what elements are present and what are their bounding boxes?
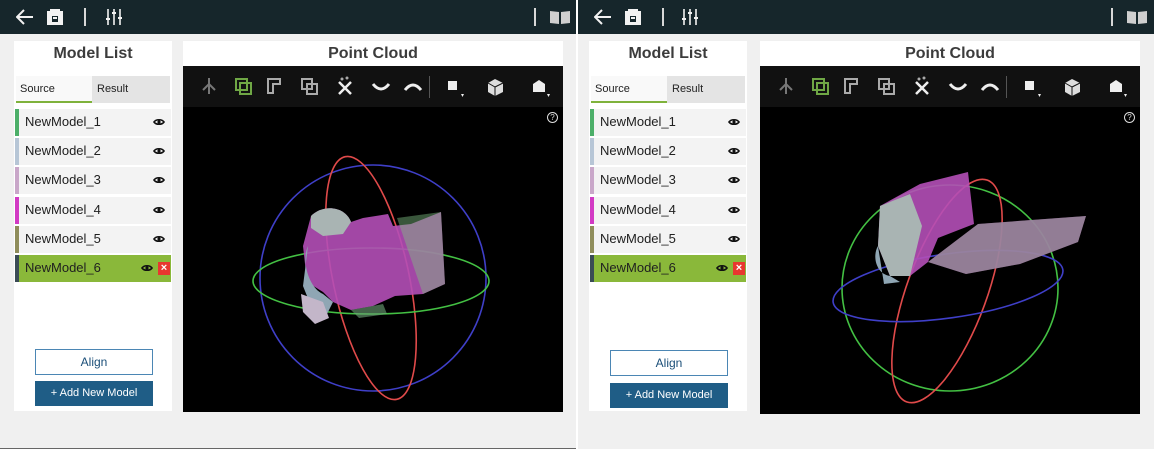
- point-cloud-viewport[interactable]: ?: [183, 66, 563, 412]
- eye-icon[interactable]: [716, 261, 728, 273]
- model-list-panel: Model List Source Result NewModel_1 NewMo…: [589, 41, 747, 411]
- eye-icon[interactable]: [153, 232, 165, 244]
- model-item-label: NewModel_1: [600, 114, 676, 129]
- toolbar-divider: [662, 8, 664, 26]
- book-icon[interactable]: [1124, 0, 1150, 34]
- model-list-panel: Model List Source Result NewModel_1 NewMo…: [14, 41, 172, 411]
- model-list-tabs: Source Result: [591, 76, 745, 103]
- add-new-model-button[interactable]: + Add New Model: [35, 381, 153, 406]
- tab-source[interactable]: Source: [16, 76, 92, 103]
- model-item-label: NewModel_3: [600, 172, 676, 188]
- align-button[interactable]: Align: [35, 349, 153, 375]
- eye-icon[interactable]: [728, 173, 740, 185]
- point-cloud-render: [832, 172, 1086, 404]
- settings-sliders-icon[interactable]: [102, 0, 126, 34]
- model-item[interactable]: NewModel_2: [590, 138, 746, 166]
- eye-icon[interactable]: [153, 144, 165, 156]
- delete-model-icon[interactable]: ×: [733, 262, 745, 275]
- book-icon[interactable]: [547, 0, 573, 34]
- eye-icon[interactable]: [728, 232, 740, 244]
- model-list-tabs: Source Result: [16, 76, 170, 103]
- top-toolbar: [0, 0, 576, 34]
- tab-source[interactable]: Source: [591, 76, 667, 103]
- settings-sliders-icon[interactable]: [678, 0, 702, 34]
- tab-result[interactable]: Result: [668, 76, 744, 103]
- model-item[interactable]: NewModel_3: [15, 167, 171, 195]
- delete-model-icon[interactable]: ×: [158, 262, 170, 275]
- model-item-label: NewModel_1: [25, 114, 101, 129]
- model-item[interactable]: NewModel_6 ×: [15, 255, 171, 282]
- top-toolbar: [578, 0, 1154, 34]
- model-item-label: NewModel_4: [25, 201, 101, 217]
- model-item[interactable]: NewModel_3: [590, 167, 746, 195]
- tab-result[interactable]: Result: [93, 76, 169, 103]
- point-cloud-object: [301, 208, 445, 324]
- model-item[interactable]: NewModel_6 ×: [590, 255, 746, 282]
- toolbar-divider: [84, 8, 86, 26]
- back-arrow-icon[interactable]: [14, 0, 36, 34]
- model-list-title: Model List: [53, 45, 133, 62]
- model-item[interactable]: NewModel_1: [590, 109, 746, 136]
- screen-right: Model List Source Result NewModel_1 NewMo…: [578, 0, 1154, 449]
- model-item-label: NewModel_3: [25, 172, 101, 188]
- model-list-title: Model List: [628, 45, 708, 62]
- model-item[interactable]: NewModel_5: [590, 225, 746, 253]
- eye-icon[interactable]: [728, 144, 740, 156]
- model-item[interactable]: NewModel_2: [15, 138, 171, 166]
- add-new-model-button[interactable]: + Add New Model: [610, 383, 728, 408]
- model-item[interactable]: NewModel_1: [15, 109, 171, 136]
- align-button[interactable]: Align: [610, 350, 728, 376]
- eye-icon[interactable]: [153, 203, 165, 215]
- point-cloud-render: [252, 155, 490, 401]
- model-item-label: NewModel_2: [25, 143, 101, 159]
- model-item-label: NewModel_5: [25, 230, 101, 246]
- model-item-label: NewModel_2: [600, 143, 676, 159]
- screen-left: Model List Source Result NewModel_1 NewMo…: [0, 0, 576, 449]
- toolbar-divider: [1111, 8, 1113, 26]
- eye-icon[interactable]: [728, 203, 740, 215]
- eye-icon[interactable]: [153, 115, 165, 127]
- model-item-label: NewModel_6: [600, 260, 676, 275]
- model-item-label: NewModel_4: [600, 201, 676, 217]
- point-cloud-viewport[interactable]: ?: [760, 66, 1140, 414]
- eye-icon[interactable]: [153, 173, 165, 185]
- toolbar-divider: [534, 8, 536, 26]
- point-cloud-title: Point Cloud: [328, 45, 418, 62]
- point-cloud-title: Point Cloud: [905, 45, 995, 62]
- model-item-label: NewModel_6: [25, 260, 101, 275]
- model-item[interactable]: NewModel_5: [15, 225, 171, 253]
- model-item-label: NewModel_5: [600, 230, 676, 246]
- eye-icon[interactable]: [141, 261, 153, 273]
- model-item[interactable]: NewModel_4: [590, 196, 746, 224]
- back-arrow-icon[interactable]: [592, 0, 614, 34]
- save-icon[interactable]: [43, 0, 67, 34]
- save-icon[interactable]: [621, 0, 645, 34]
- model-item[interactable]: NewModel_4: [15, 196, 171, 224]
- eye-icon[interactable]: [728, 115, 740, 127]
